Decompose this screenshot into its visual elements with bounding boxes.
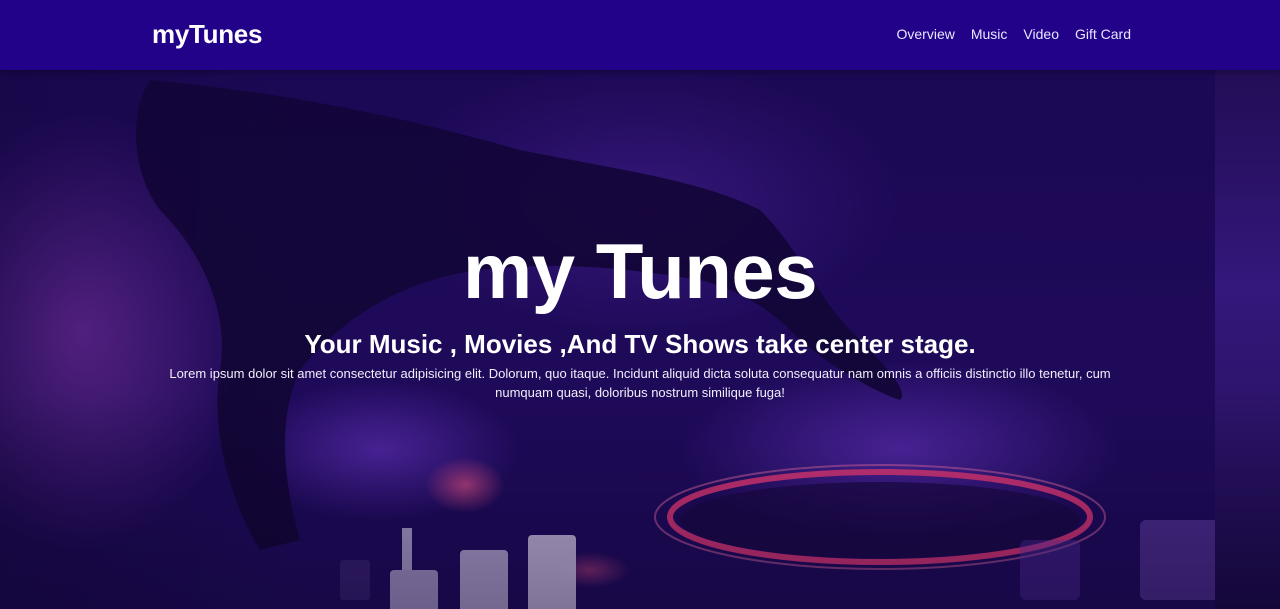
nav-link-music[interactable]: Music <box>971 25 1008 43</box>
nav-links: Overview Music Video Gift Card <box>897 25 1132 43</box>
navbar: myTunes Overview Music Video Gift Card <box>0 0 1280 70</box>
nav-link-overview[interactable]: Overview <box>897 25 955 43</box>
hero-description: Lorem ipsum dolor sit amet consectetur a… <box>169 366 1111 400</box>
hero-subtitle: Your Music , Movies ,And TV Shows take c… <box>304 329 976 359</box>
hero-title: my Tunes <box>462 227 818 315</box>
brand-logo[interactable]: myTunes <box>152 19 262 50</box>
nav-link-video[interactable]: Video <box>1023 25 1059 43</box>
nav-link-gift-card[interactable]: Gift Card <box>1075 25 1131 43</box>
